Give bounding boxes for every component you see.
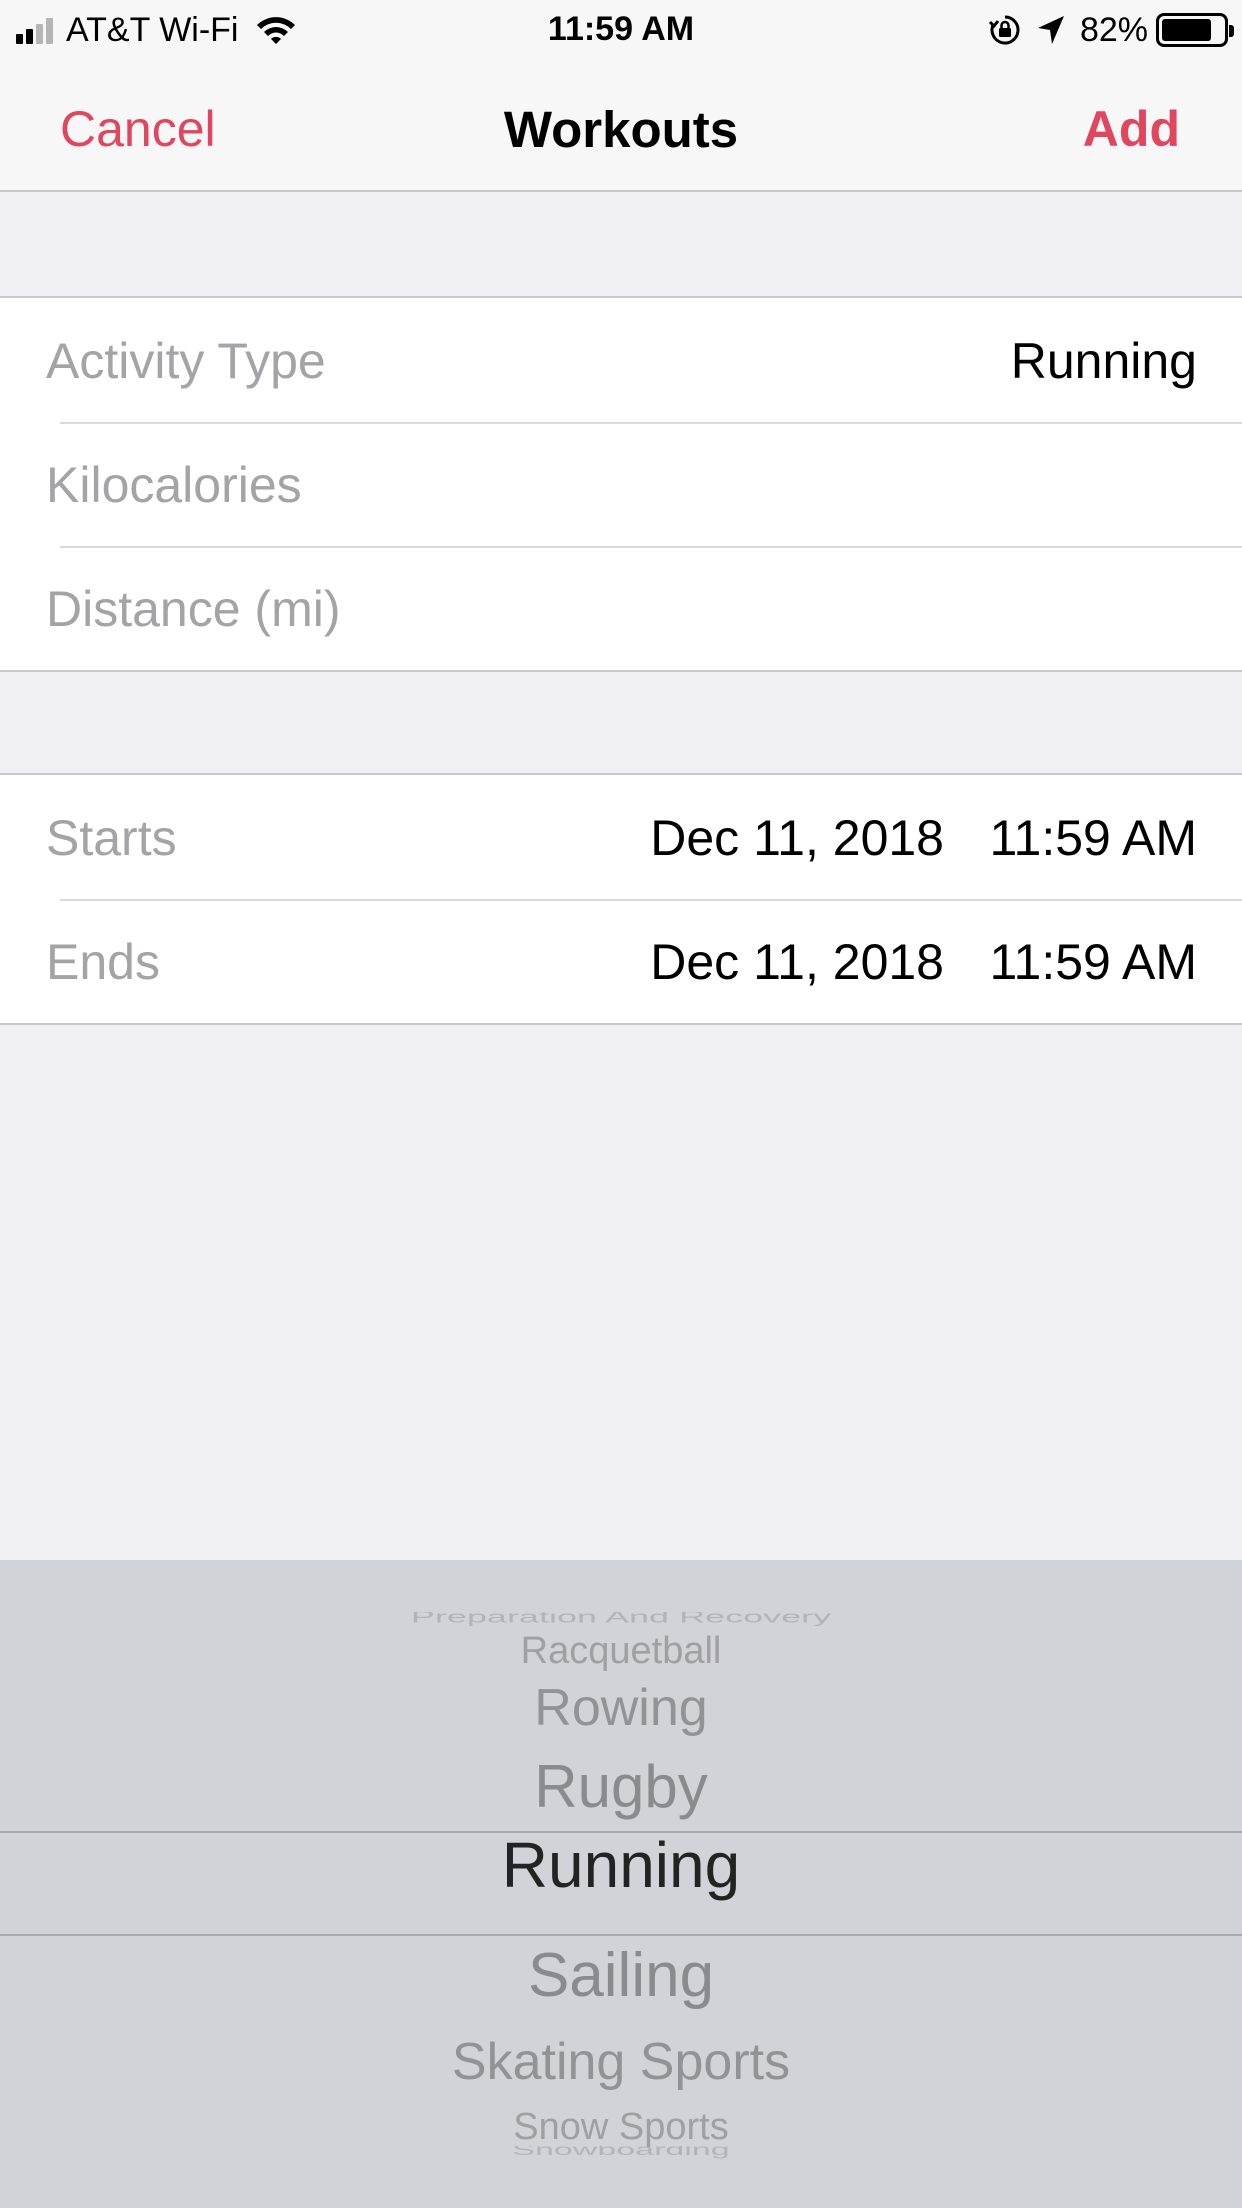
status-bar: AT&T Wi-Fi 11:59 AM 82% <box>0 0 1242 60</box>
activity-type-label: Activity Type <box>46 333 326 389</box>
page-title: Workouts <box>503 101 739 158</box>
distance-placeholder: Distance (mi) <box>46 581 341 637</box>
activity-picker[interactable]: Preparation And Recovery Racquetball Row… <box>0 1560 1242 2208</box>
picker-item[interactable]: Racquetball <box>0 1630 1242 1673</box>
workout-details-group: Activity Type Running Kilocalories Dista… <box>0 296 1242 672</box>
battery-fill <box>1162 19 1212 41</box>
kilocalories-field[interactable]: Kilocalories <box>0 422 1242 546</box>
kilocalories-placeholder: Kilocalories <box>46 457 302 513</box>
nav-bar: Cancel Workouts Add <box>0 60 1242 192</box>
ends-label: Ends <box>46 934 160 990</box>
activity-type-value: Running <box>1010 333 1197 389</box>
ends-date: Dec 11, 2018 <box>650 934 944 990</box>
time-range-group: Starts Dec 11, 2018 11:59 AM Ends Dec 11… <box>0 773 1242 1025</box>
starts-date: Dec 11, 2018 <box>650 810 944 866</box>
picker-item[interactable]: Sailing <box>0 1940 1242 2011</box>
orientation-lock-icon <box>988 15 1020 45</box>
starts-label: Starts <box>46 810 177 866</box>
distance-field[interactable]: Distance (mi) <box>0 546 1242 670</box>
battery-icon <box>1156 13 1234 47</box>
picker-selection-bottom-line <box>0 1934 1242 1936</box>
location-arrow-icon <box>1037 16 1064 44</box>
picker-item[interactable]: Skating Sports <box>0 2032 1242 2092</box>
picker-item[interactable]: Snow Sports <box>0 2106 1242 2149</box>
picker-item[interactable]: Rugby <box>0 1752 1242 1821</box>
starts-row[interactable]: Starts Dec 11, 2018 11:59 AM <box>0 775 1242 899</box>
ends-time: 11:59 AM <box>989 934 1197 990</box>
add-button[interactable]: Add <box>1083 100 1180 158</box>
picker-item-selected[interactable]: Running <box>0 1828 1242 1902</box>
battery-percent: 82% <box>1079 10 1148 49</box>
starts-time: 11:59 AM <box>989 810 1197 866</box>
picker-item[interactable]: Snowboarding <box>0 2146 1242 2164</box>
ends-row[interactable]: Ends Dec 11, 2018 11:59 AM <box>0 899 1242 1023</box>
status-right: 82% <box>988 10 1234 50</box>
picker-item[interactable]: Rowing <box>0 1678 1242 1738</box>
activity-type-row[interactable]: Activity Type Running <box>0 298 1242 422</box>
